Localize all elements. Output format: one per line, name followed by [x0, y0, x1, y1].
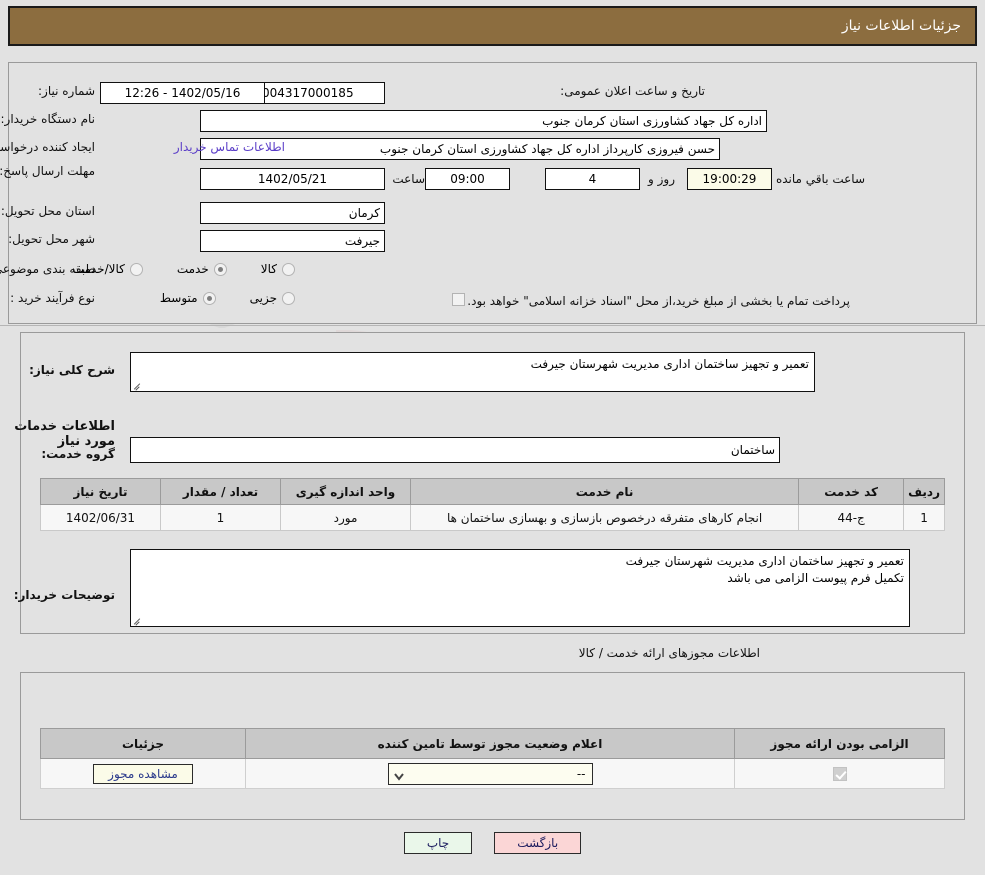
general-desc-value: تعمیر و تجهیز ساختمان اداری مدیریت شهرست…	[530, 357, 809, 371]
permit-required-checkbox	[832, 766, 847, 781]
service-group-label: گروه خدمت:	[41, 447, 115, 461]
radio-label-jozei: جزیی	[249, 291, 277, 305]
hour-field: 09:00	[425, 168, 510, 190]
category-radio-group: کالا خدمت کالا/خدمت	[45, 262, 295, 276]
process-radio-group: جزیی متوسط	[132, 291, 295, 305]
radio-label-khedmat: خدمت	[176, 262, 209, 276]
process-label: نوع فرآیند خرید :	[10, 291, 95, 305]
permits-section-label: اطلاعات مجوزهای ارائه خدمت / کالا	[578, 646, 760, 660]
cell-row-no: 1	[903, 504, 945, 531]
treasury-checkbox[interactable]	[452, 293, 465, 306]
th-service-name: نام خدمت	[409, 478, 800, 505]
radio-icon-motavaset[interactable]	[202, 291, 216, 305]
radio-label-motavaset: متوسط	[159, 291, 198, 305]
services-table: ردیف کد خدمت نام خدمت واحد اندازه گیری ت…	[40, 478, 945, 531]
cell-need-date: 1402/06/31	[40, 504, 161, 531]
section-divider	[0, 325, 985, 326]
cell-permit-required	[734, 758, 945, 789]
th-row-no: ردیف	[903, 478, 945, 505]
buyer-org-label: نام دستگاه خریدار:	[0, 112, 96, 126]
permits-table: الزامی بودن ارائه مجوز اعلام وضعیت مجوز …	[40, 728, 945, 789]
th-quantity: تعداد / مقدار	[160, 478, 281, 505]
radio-icon-jozei[interactable]	[282, 291, 295, 305]
deadline-date-field: 1402/05/21	[200, 168, 385, 190]
announce-datetime-row: تاریخ و ساعت اعلان عمومی:	[560, 84, 705, 98]
view-permit-button[interactable]: مشاهده مجوز	[93, 763, 193, 784]
radio-option-kala-khedmat[interactable]: کالا/خدمت	[73, 262, 143, 276]
province-field: کرمان	[200, 202, 385, 224]
print-button[interactable]: چاپ	[403, 832, 473, 854]
cell-quantity: 1	[160, 504, 281, 531]
permits-table-header-row: الزامی بودن ارائه مجوز اعلام وضعیت مجوز …	[40, 728, 945, 759]
radio-label-kala: کالا	[260, 262, 277, 276]
back-button[interactable]: بازگشت	[494, 832, 582, 854]
permit-status-value: --	[576, 766, 586, 781]
radio-option-jozei[interactable]: جزیی	[250, 291, 295, 305]
permits-table-row: -- مشاهده مجوز	[40, 758, 945, 789]
treasury-note: پرداخت تمام یا بخشی از مبلغ خرید،از محل …	[467, 294, 850, 308]
th-permit-status: اعلام وضعیت مجوز توسط تامین کننده	[245, 728, 735, 759]
page-root: جزئیات اطلاعات نیاز شماره نیاز: 11020043…	[0, 0, 985, 875]
radio-label-kala-khedmat: کالا/خدمت	[72, 262, 125, 276]
service-group-field: ساختمان	[130, 437, 780, 463]
remaining-suffix-label: ساعت باقي مانده	[775, 172, 865, 186]
need-number-label: شماره نیاز:	[38, 84, 95, 98]
buyer-notes-textarea[interactable]: تعمیر و تجهیز ساختمان اداری مدیریت شهرست…	[130, 549, 910, 627]
province-row: استان محل تحویل:	[1, 204, 95, 218]
th-unit: واحد اندازه گیری	[280, 478, 411, 505]
radio-icon-khedmat[interactable]	[213, 262, 227, 276]
buyer-notes-line-2: تکمیل فرم پیوست الزامی می باشد	[727, 571, 904, 585]
deadline-label: مهلت ارسال پاسخ: تا تاریخ:	[0, 164, 95, 178]
buyer-notes-line-1: تعمیر و تجهیز ساختمان اداری مدیریت شهرست…	[625, 554, 904, 568]
th-permit-details: جزئیات	[40, 728, 246, 759]
city-label: شهر محل تحویل:	[8, 232, 95, 246]
announce-datetime-field: 1402/05/16 - 12:26	[100, 82, 265, 104]
resize-grip-icon-2[interactable]	[133, 615, 143, 625]
radio-icon-kala[interactable]	[282, 262, 295, 276]
process-row: نوع فرآیند خرید :	[10, 291, 95, 305]
radio-option-khedmat[interactable]: خدمت	[177, 262, 227, 276]
cell-permit-details: مشاهده مجوز	[40, 758, 246, 789]
buyer-org-field: اداره کل جهاد کشاورزی استان کرمان جنوب	[200, 110, 767, 132]
province-label: استان محل تحویل:	[0, 204, 95, 218]
announce-datetime-label: تاریخ و ساعت اعلان عمومی:	[560, 84, 705, 98]
cell-permit-status: --	[245, 758, 735, 789]
th-permit-required: الزامی بودن ارائه مجوز	[734, 728, 945, 759]
days-word-label: روز و	[648, 172, 675, 186]
buyer-contact-link[interactable]: اطلاعات تماس خریدار	[174, 140, 285, 154]
buyer-org-row: نام دستگاه خریدار:	[1, 112, 96, 126]
city-row: شهر محل تحویل:	[8, 232, 95, 246]
cell-unit: مورد	[280, 504, 411, 531]
radio-option-kala[interactable]: کالا	[261, 262, 295, 276]
general-desc-label: شرح کلی نیاز:	[29, 363, 115, 377]
radio-icon-kala-khedmat[interactable]	[129, 262, 143, 276]
need-number-row: شماره نیاز:	[38, 84, 95, 98]
services-heading: اطلاعات خدمات مورد نیاز	[14, 419, 115, 449]
radio-option-motavaset[interactable]: متوسط	[160, 291, 216, 305]
page-header: جزئیات اطلاعات نیاز	[8, 6, 977, 46]
time-remaining-field: 19:00:29	[687, 168, 772, 190]
table-row: 1 ج-44 انجام کارهای متفرقه درخصوص بازساز…	[40, 504, 945, 531]
footer-button-bar: بازگشت چاپ	[0, 832, 985, 854]
general-desc-textarea[interactable]: تعمیر و تجهیز ساختمان اداری مدیریت شهرست…	[130, 352, 815, 392]
days-remaining-field: 4	[545, 168, 640, 190]
hour-label: ساعت	[392, 172, 425, 186]
resize-grip-icon[interactable]	[133, 380, 143, 390]
cell-service-code: ج-44	[798, 504, 905, 531]
th-need-date: تاریخ نیاز	[40, 478, 161, 505]
creator-row: ایجاد کننده درخواست:	[0, 140, 95, 154]
permit-status-select[interactable]: --	[387, 762, 593, 785]
th-service-code: کد خدمت	[798, 478, 905, 505]
chevron-down-icon	[393, 768, 405, 781]
city-field: جیرفت	[200, 230, 385, 252]
buyer-notes-label: توضیحات خریدار:	[13, 588, 115, 602]
services-table-header-row: ردیف کد خدمت نام خدمت واحد اندازه گیری ت…	[40, 478, 945, 505]
page-title: جزئیات اطلاعات نیاز	[841, 18, 961, 34]
cell-service-name: انجام کارهای متفرقه درخصوص بازسازی و بهس…	[409, 504, 800, 531]
creator-label: ایجاد کننده درخواست:	[0, 140, 95, 154]
